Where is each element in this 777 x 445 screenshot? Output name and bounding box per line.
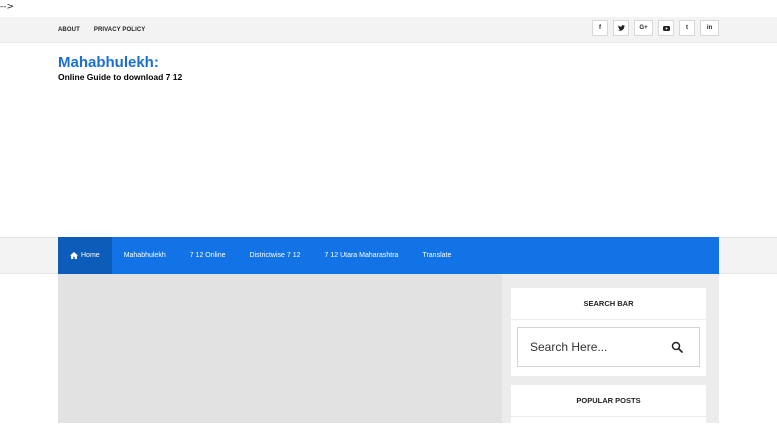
top-links: ABOUT PRIVACY POLICY <box>58 17 145 42</box>
twitter-icon[interactable] <box>613 20 629 36</box>
top-bar: ABOUT PRIVACY POLICY f G+ t in <box>0 17 777 43</box>
sidebar: SEARCH BAR POPULAR POSTS <box>502 274 719 445</box>
site-brand: Mahabhulekh: Online Guide to download 7 … <box>58 54 182 83</box>
site-tagline: Online Guide to download 7 12 <box>58 72 183 82</box>
nav-item-mahabhulekh[interactable]: Mahabhulekh <box>112 237 178 274</box>
privacy-policy-link[interactable]: PRIVACY POLICY <box>94 27 146 33</box>
search-widget-title: SEARCH BAR <box>511 288 706 320</box>
search-widget: SEARCH BAR <box>511 288 706 376</box>
tumblr-icon[interactable]: t <box>679 20 695 36</box>
youtube-icon[interactable] <box>658 20 674 36</box>
nav-item-label: Districtwise 7 12 <box>249 252 301 259</box>
main-nav: Home Mahabhulekh 7 12 Online Districtwis… <box>58 237 719 274</box>
google-plus-glyph: G+ <box>639 25 648 31</box>
popular-posts-widget: POPULAR POSTS <box>511 385 706 445</box>
linkedin-glyph: in <box>706 25 713 31</box>
youtube-play-icon <box>662 25 670 31</box>
stray-comment-text: --> <box>0 2 15 12</box>
home-icon <box>70 252 78 259</box>
tumblr-glyph: t <box>686 25 688 31</box>
about-link[interactable]: ABOUT <box>58 27 80 33</box>
nav-item-label: Mahabhulekh <box>123 252 166 259</box>
facebook-glyph: f <box>599 25 601 31</box>
nav-item-712-online[interactable]: 7 12 Online <box>178 237 238 274</box>
linkedin-icon[interactable]: in <box>700 20 719 36</box>
nav-item-label: Translate <box>422 252 452 259</box>
nav-item-home[interactable]: Home <box>58 237 112 274</box>
social-icons: f G+ t in <box>592 20 719 36</box>
nav-item-712-utara-maharashtra[interactable]: 7 12 Utara Maharashtra <box>313 237 411 274</box>
google-plus-icon[interactable]: G+ <box>634 20 653 36</box>
nav-item-translate[interactable]: Translate <box>410 237 463 274</box>
popular-posts-title: POPULAR POSTS <box>511 385 706 417</box>
search-icon[interactable] <box>671 341 683 353</box>
twitter-bird-icon <box>617 25 625 31</box>
facebook-icon[interactable]: f <box>592 20 608 36</box>
search-input[interactable] <box>518 339 672 355</box>
main-content-area <box>58 274 502 423</box>
search-box <box>517 327 700 367</box>
nav-item-label: 7 12 Utara Maharashtra <box>324 252 399 259</box>
nav-item-districtwise-712[interactable]: Districtwise 7 12 <box>238 237 313 274</box>
site-title[interactable]: Mahabhulekh: <box>58 54 182 72</box>
nav-item-label: 7 12 Online <box>189 252 226 259</box>
nav-item-label: Home <box>81 252 100 259</box>
